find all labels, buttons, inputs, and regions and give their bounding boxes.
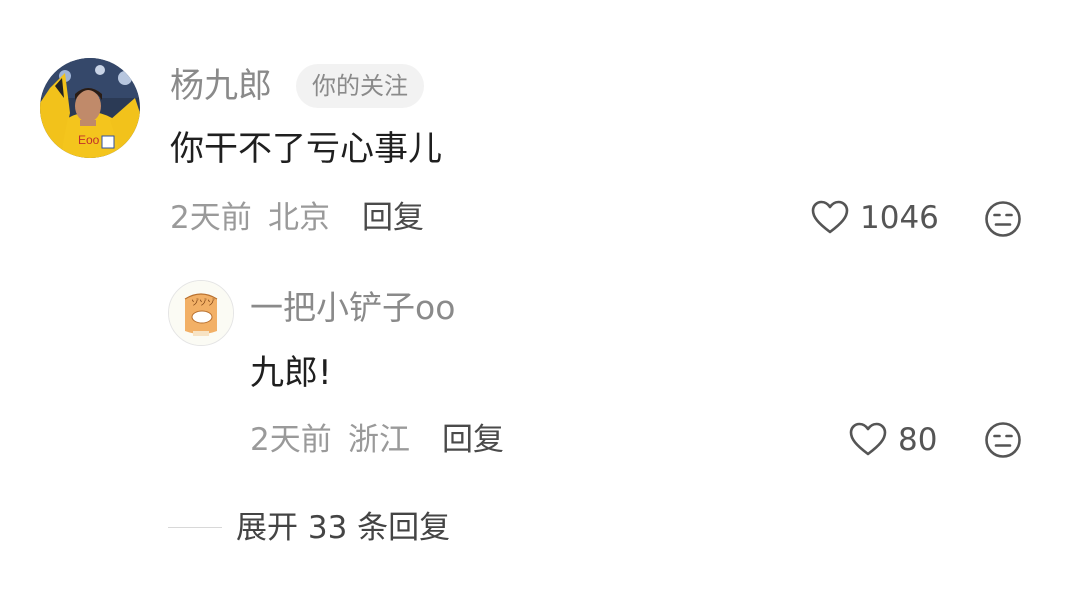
svg-text:ゾゾゾ: ゾゾゾ [191, 298, 215, 307]
like-count: 80 [898, 422, 938, 458]
like-count: 1046 [860, 200, 939, 236]
reply-button[interactable]: 回复 [362, 198, 424, 238]
comment-text[interactable]: 你干不了亏心事儿 [170, 128, 442, 170]
dislike-face-icon[interactable] [984, 200, 1022, 238]
heart-icon[interactable] [848, 420, 888, 460]
comment-time: 2天前 [170, 200, 252, 236]
divider [168, 527, 222, 528]
expand-replies-button[interactable]: 展开 33 条回复 [236, 508, 450, 548]
reply-text[interactable]: 九郎! [250, 352, 332, 394]
avatar[interactable]: Eoo [40, 58, 140, 158]
reply-time: 2天前 [250, 422, 332, 458]
avatar[interactable]: ゾゾゾ [168, 280, 234, 346]
heart-icon[interactable] [810, 198, 850, 238]
comment-author[interactable]: 杨九郎 [170, 66, 272, 106]
follow-badge: 你的关注 [296, 64, 424, 108]
reply-location: 浙江 [348, 422, 410, 458]
reply-button[interactable]: 回复 [442, 420, 504, 460]
svg-text:Eoo: Eoo [78, 133, 100, 147]
dislike-face-icon[interactable] [984, 421, 1022, 459]
comment-location: 北京 [268, 200, 330, 236]
reply-author[interactable]: 一把小铲子oo [250, 288, 455, 328]
